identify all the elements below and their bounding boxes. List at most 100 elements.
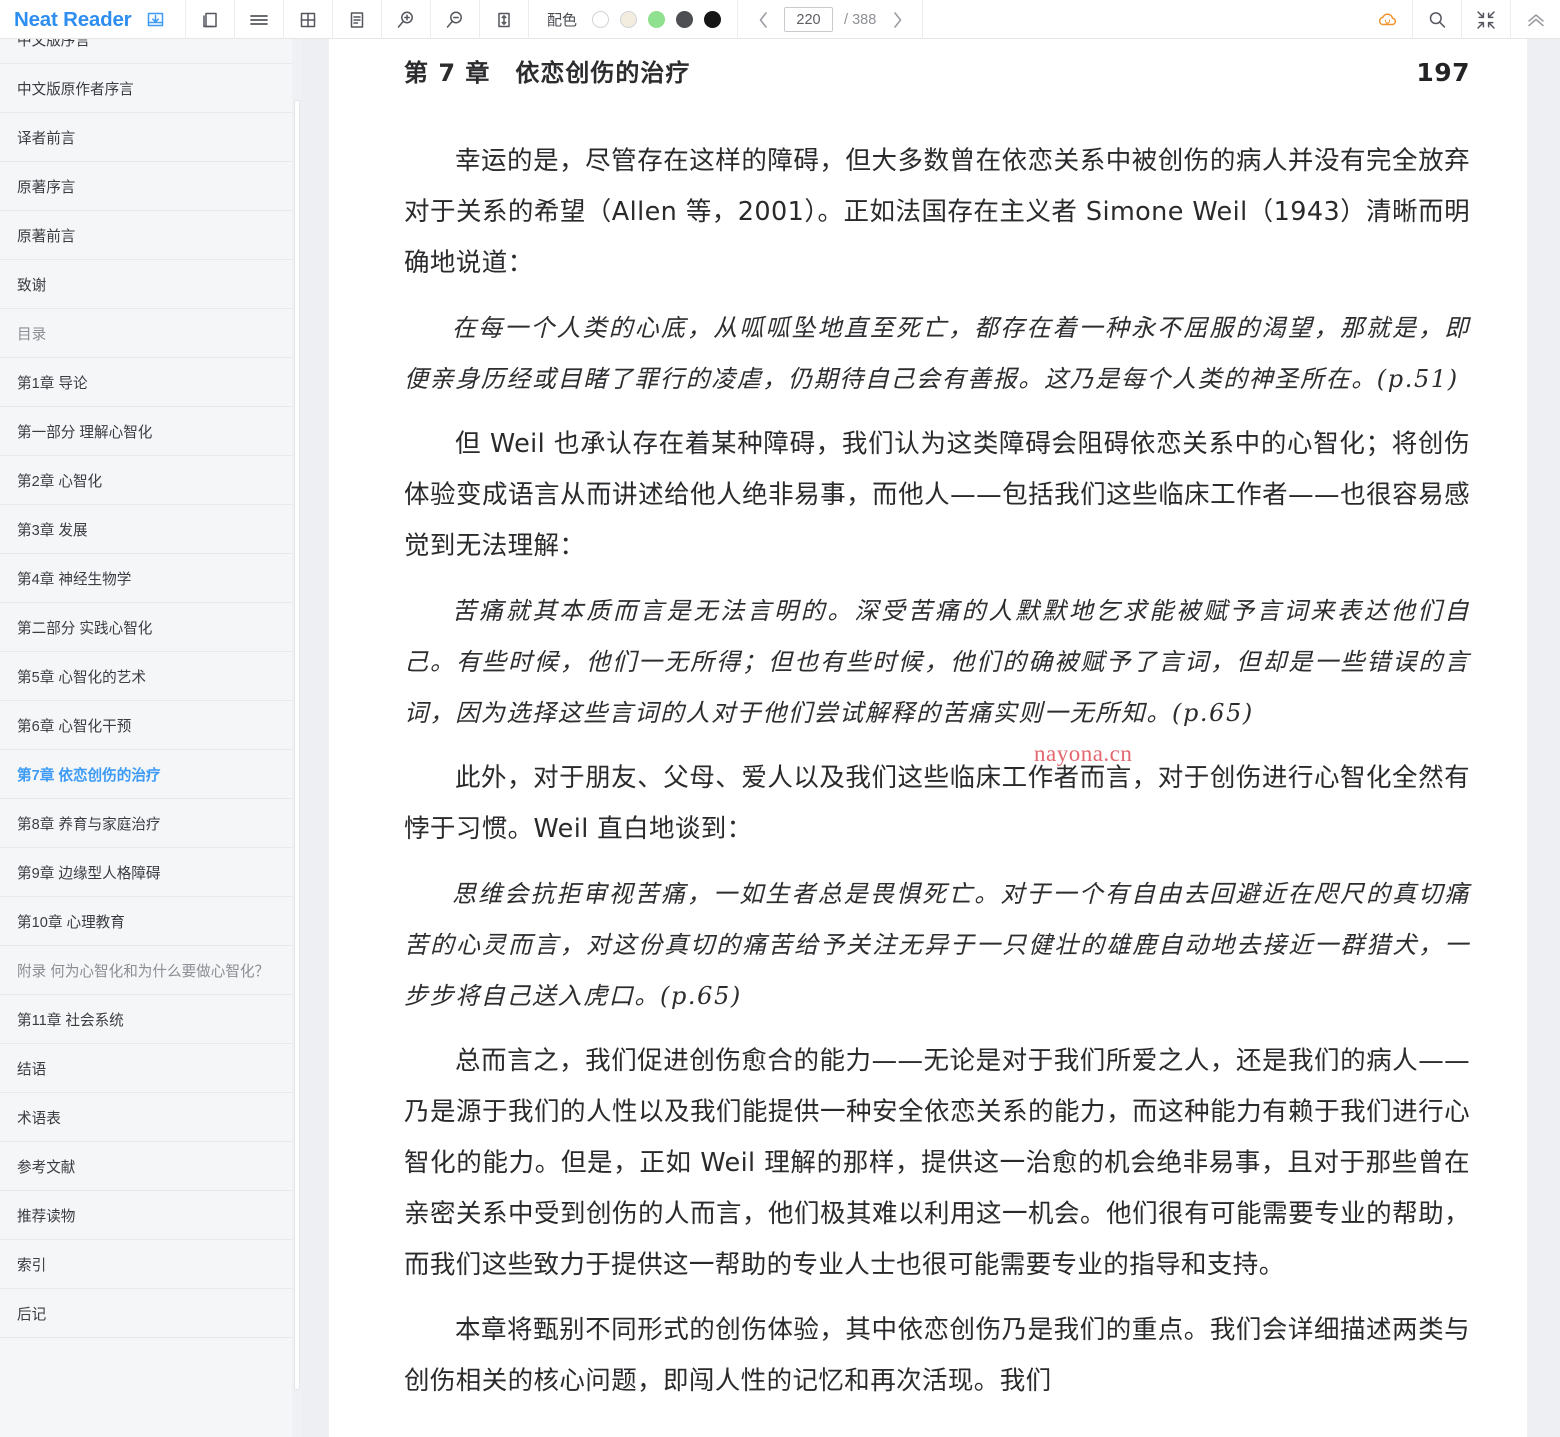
sidebar-item-12[interactable]: 第二部分 实践心智化: [0, 603, 292, 652]
sidebar-item-label: 目录: [17, 326, 47, 343]
swatch-white[interactable]: [592, 11, 610, 28]
sidebar-item-4[interactable]: 原著前言: [0, 211, 292, 260]
sidebar-item-label: 第一部分 理解心智化: [17, 424, 153, 441]
sidebar-item-21[interactable]: 结语: [0, 1044, 292, 1093]
sidebar-scrollbar-thumb[interactable]: [293, 100, 300, 1390]
zoom-out-icon[interactable]: [431, 0, 480, 39]
page-paragraphs: 幸运的是，尽管存在这样的障碍，但大多数曾在依恋关系中被创伤的病人并没有完全放弃对…: [404, 136, 1470, 1407]
sidebar-item-label: 第二部分 实践心智化: [17, 620, 153, 637]
toc-sidebar: 中文版序言中文版原作者序言 译者前言原著序言原著前言致谢目录第1章 导论第一部分 …: [0, 39, 292, 1437]
sidebar-item-label: 第8章 养育与家庭治疗: [17, 816, 161, 833]
swatch-gray[interactable]: [676, 11, 694, 28]
collapse-up-icon[interactable]: [1511, 0, 1560, 39]
book-page-content: 第 7 章 依恋创伤的治疗 197 幸运的是，尽管存在这样的障碍，但大多数曾在依…: [329, 39, 1528, 1421]
total-pages-label: / 388: [844, 11, 877, 28]
sidebar-item-1[interactable]: 中文版原作者序言: [0, 64, 292, 113]
sidebar-item-label: 第1章 导论: [17, 375, 88, 392]
sidebar-item-label: 原著序言: [17, 179, 76, 196]
color-scheme-group: 配色: [529, 0, 739, 39]
sidebar-item-13[interactable]: 第5章 心智化的艺术: [0, 652, 292, 701]
sidebar-item-8[interactable]: 第一部分 理解心智化: [0, 407, 292, 456]
sidebar-item-label: 参考文献: [17, 1159, 76, 1176]
top-toolbar: Neat Reader 配色 220 / 388: [0, 0, 1560, 39]
sidebar-item-16[interactable]: 第8章 养育与家庭治疗: [0, 799, 292, 848]
sidebar-item-label: 中文版原作者序言: [17, 81, 134, 98]
sidebar-item-17[interactable]: 第9章 边缘型人格障碍: [0, 848, 292, 897]
sidebar-item-label: 第5章 心智化的艺术: [17, 669, 146, 686]
sidebar-item-7[interactable]: 第1章 导论: [0, 358, 292, 407]
block-quote-paragraph: 苦痛就其本质而言是无法言明的。深受苦痛的人默默地乞求能被赋予言词来表达他们自己。…: [404, 597, 1470, 727]
sidebar-item-label: 后记: [17, 1306, 47, 1323]
sidebar-item-label: 附录 何为心智化和为什么要做心智化？: [17, 963, 270, 980]
sidebar-item-label: 索引: [17, 1257, 47, 1274]
sidebar-item-label: 译者前言: [17, 130, 76, 147]
search-icon[interactable]: [1413, 0, 1462, 39]
pagination-group: / 388: [738, 0, 924, 39]
sidebar-item-label: 第7章 依恋创伤的治疗: [17, 767, 161, 784]
sidebar-item-25[interactable]: 索引: [0, 1240, 292, 1289]
sidebar-item-23[interactable]: 参考文献: [0, 1142, 292, 1191]
prev-page-button[interactable]: [753, 10, 773, 30]
body-paragraph: 此外，对于朋友、父母、爱人以及我们这些临床工作者而言，对于创伤进行心智化全然有悖…: [404, 763, 1470, 844]
page-chapter-title: 第 7 章 依恋创伤的治疗: [404, 59, 691, 87]
sidebar-item-label: 第9章 边缘型人格障碍: [17, 865, 161, 882]
block-quote-paragraph: 思维会抗拒审视苦痛，一如生者总是畏惧死亡。对于一个有自由去回避近在咫尺的真切痛苦…: [404, 880, 1470, 1010]
zoom-in-icon[interactable]: [382, 0, 431, 39]
app-brand-name: Neat Reader: [14, 7, 132, 31]
sidebar-item-2[interactable]: 译者前言: [0, 113, 292, 162]
sidebar-item-9[interactable]: 第2章 心智化: [0, 456, 292, 505]
sidebar-item-15[interactable]: 第7章 依恋创伤的治疗: [0, 750, 292, 799]
sidebar-item-22[interactable]: 术语表: [0, 1093, 292, 1142]
fullscreen-exit-icon[interactable]: [1462, 0, 1511, 39]
cloud-sync-icon[interactable]: [1364, 0, 1413, 39]
swatch-green[interactable]: [648, 11, 666, 28]
save-to-library-icon[interactable]: [145, 9, 166, 30]
sidebar-item-label: 第10章 心理教育: [17, 914, 125, 931]
body-paragraph: 幸运的是，尽管存在这样的障碍，但大多数曾在依恋关系中被创伤的病人并没有完全放弃对…: [404, 146, 1470, 278]
sidebar-item-label: 原著前言: [17, 228, 76, 245]
sidebar-item-label: 第2章 心智化: [17, 473, 103, 490]
menu-icon[interactable]: [235, 0, 284, 39]
sidebar-item-26[interactable]: 后记: [0, 1289, 292, 1338]
sidebar-item-5[interactable]: 致谢: [0, 260, 292, 309]
swatch-cream[interactable]: [620, 11, 638, 28]
sidebar-item-label: 术语表: [17, 1110, 61, 1127]
sidebar-item-0[interactable]: 中文版序言: [0, 39, 292, 64]
brand-cell: Neat Reader: [0, 0, 186, 39]
toc-list: 中文版序言中文版原作者序言 译者前言原著序言原著前言致谢目录第1章 导论第一部分 …: [0, 39, 292, 1338]
sidebar-item-14[interactable]: 第6章 心智化干预: [0, 701, 292, 750]
swatch-black[interactable]: [704, 11, 722, 28]
block-quote-paragraph: 在每一个人类的心底，从呱呱坠地直至死亡，都存在着一种永不屈服的渴望，那就是，即便…: [404, 314, 1470, 393]
body-paragraph: 总而言之，我们促进创伤愈合的能力——无论是对于我们所爱之人，还是我们的病人——乃…: [404, 1046, 1470, 1280]
color-scheme-label: 配色: [547, 12, 578, 29]
sidebar-item-label: 第11章 社会系统: [17, 1012, 124, 1029]
sidebar-item-label: 结语: [17, 1061, 47, 1078]
sidebar-item-20[interactable]: 第11章 社会系统: [0, 995, 292, 1044]
body-paragraph: 本章将甄别不同形式的创伤体验，其中依恋创伤乃是我们的重点。我们会详细描述两类与创…: [404, 1315, 1470, 1396]
page-folio-number: 197: [1416, 58, 1470, 87]
sidebar-item-label: 第6章 心智化干预: [17, 718, 132, 735]
next-page-button[interactable]: [887, 10, 907, 30]
sidebar-item-3[interactable]: 原著序言: [0, 162, 292, 211]
sidebar-item-19[interactable]: 附录 何为心智化和为什么要做心智化？: [0, 946, 292, 995]
book-pages-icon[interactable]: [186, 0, 235, 39]
book-page-sheet: 第 7 章 依恋创伤的治疗 197 幸运的是，尽管存在这样的障碍，但大多数曾在依…: [329, 39, 1528, 1437]
line-height-icon[interactable]: [480, 0, 529, 39]
reader-area: 第 7 章 依恋创伤的治疗 197 幸运的是，尽管存在这样的障碍，但大多数曾在依…: [301, 39, 1560, 1437]
sidebar-item-label: 推荐读物: [17, 1208, 76, 1225]
sidebar-item-11[interactable]: 第4章 神经生物学: [0, 554, 292, 603]
page-number-input[interactable]: [784, 7, 834, 32]
sidebar-item-18[interactable]: 第10章 心理教育: [0, 897, 292, 946]
sidebar-item-label: 致谢: [17, 277, 47, 294]
sidebar-item-10[interactable]: 第3章 发展: [0, 505, 292, 554]
sidebar-item-24[interactable]: 推荐读物: [0, 1191, 292, 1240]
reader-right-gutter: [1527, 39, 1560, 1437]
text-document-icon[interactable]: [333, 0, 382, 39]
running-head: 第 7 章 依恋创伤的治疗 197: [404, 53, 1470, 88]
sidebar-item-label: 中文版序言: [17, 39, 90, 49]
sidebar-item-6[interactable]: 目录: [0, 309, 292, 358]
sidebar-item-label: 第4章 神经生物学: [17, 571, 132, 588]
grid-layout-icon[interactable]: [284, 0, 333, 39]
sidebar-item-label: 第3章 发展: [17, 522, 88, 539]
